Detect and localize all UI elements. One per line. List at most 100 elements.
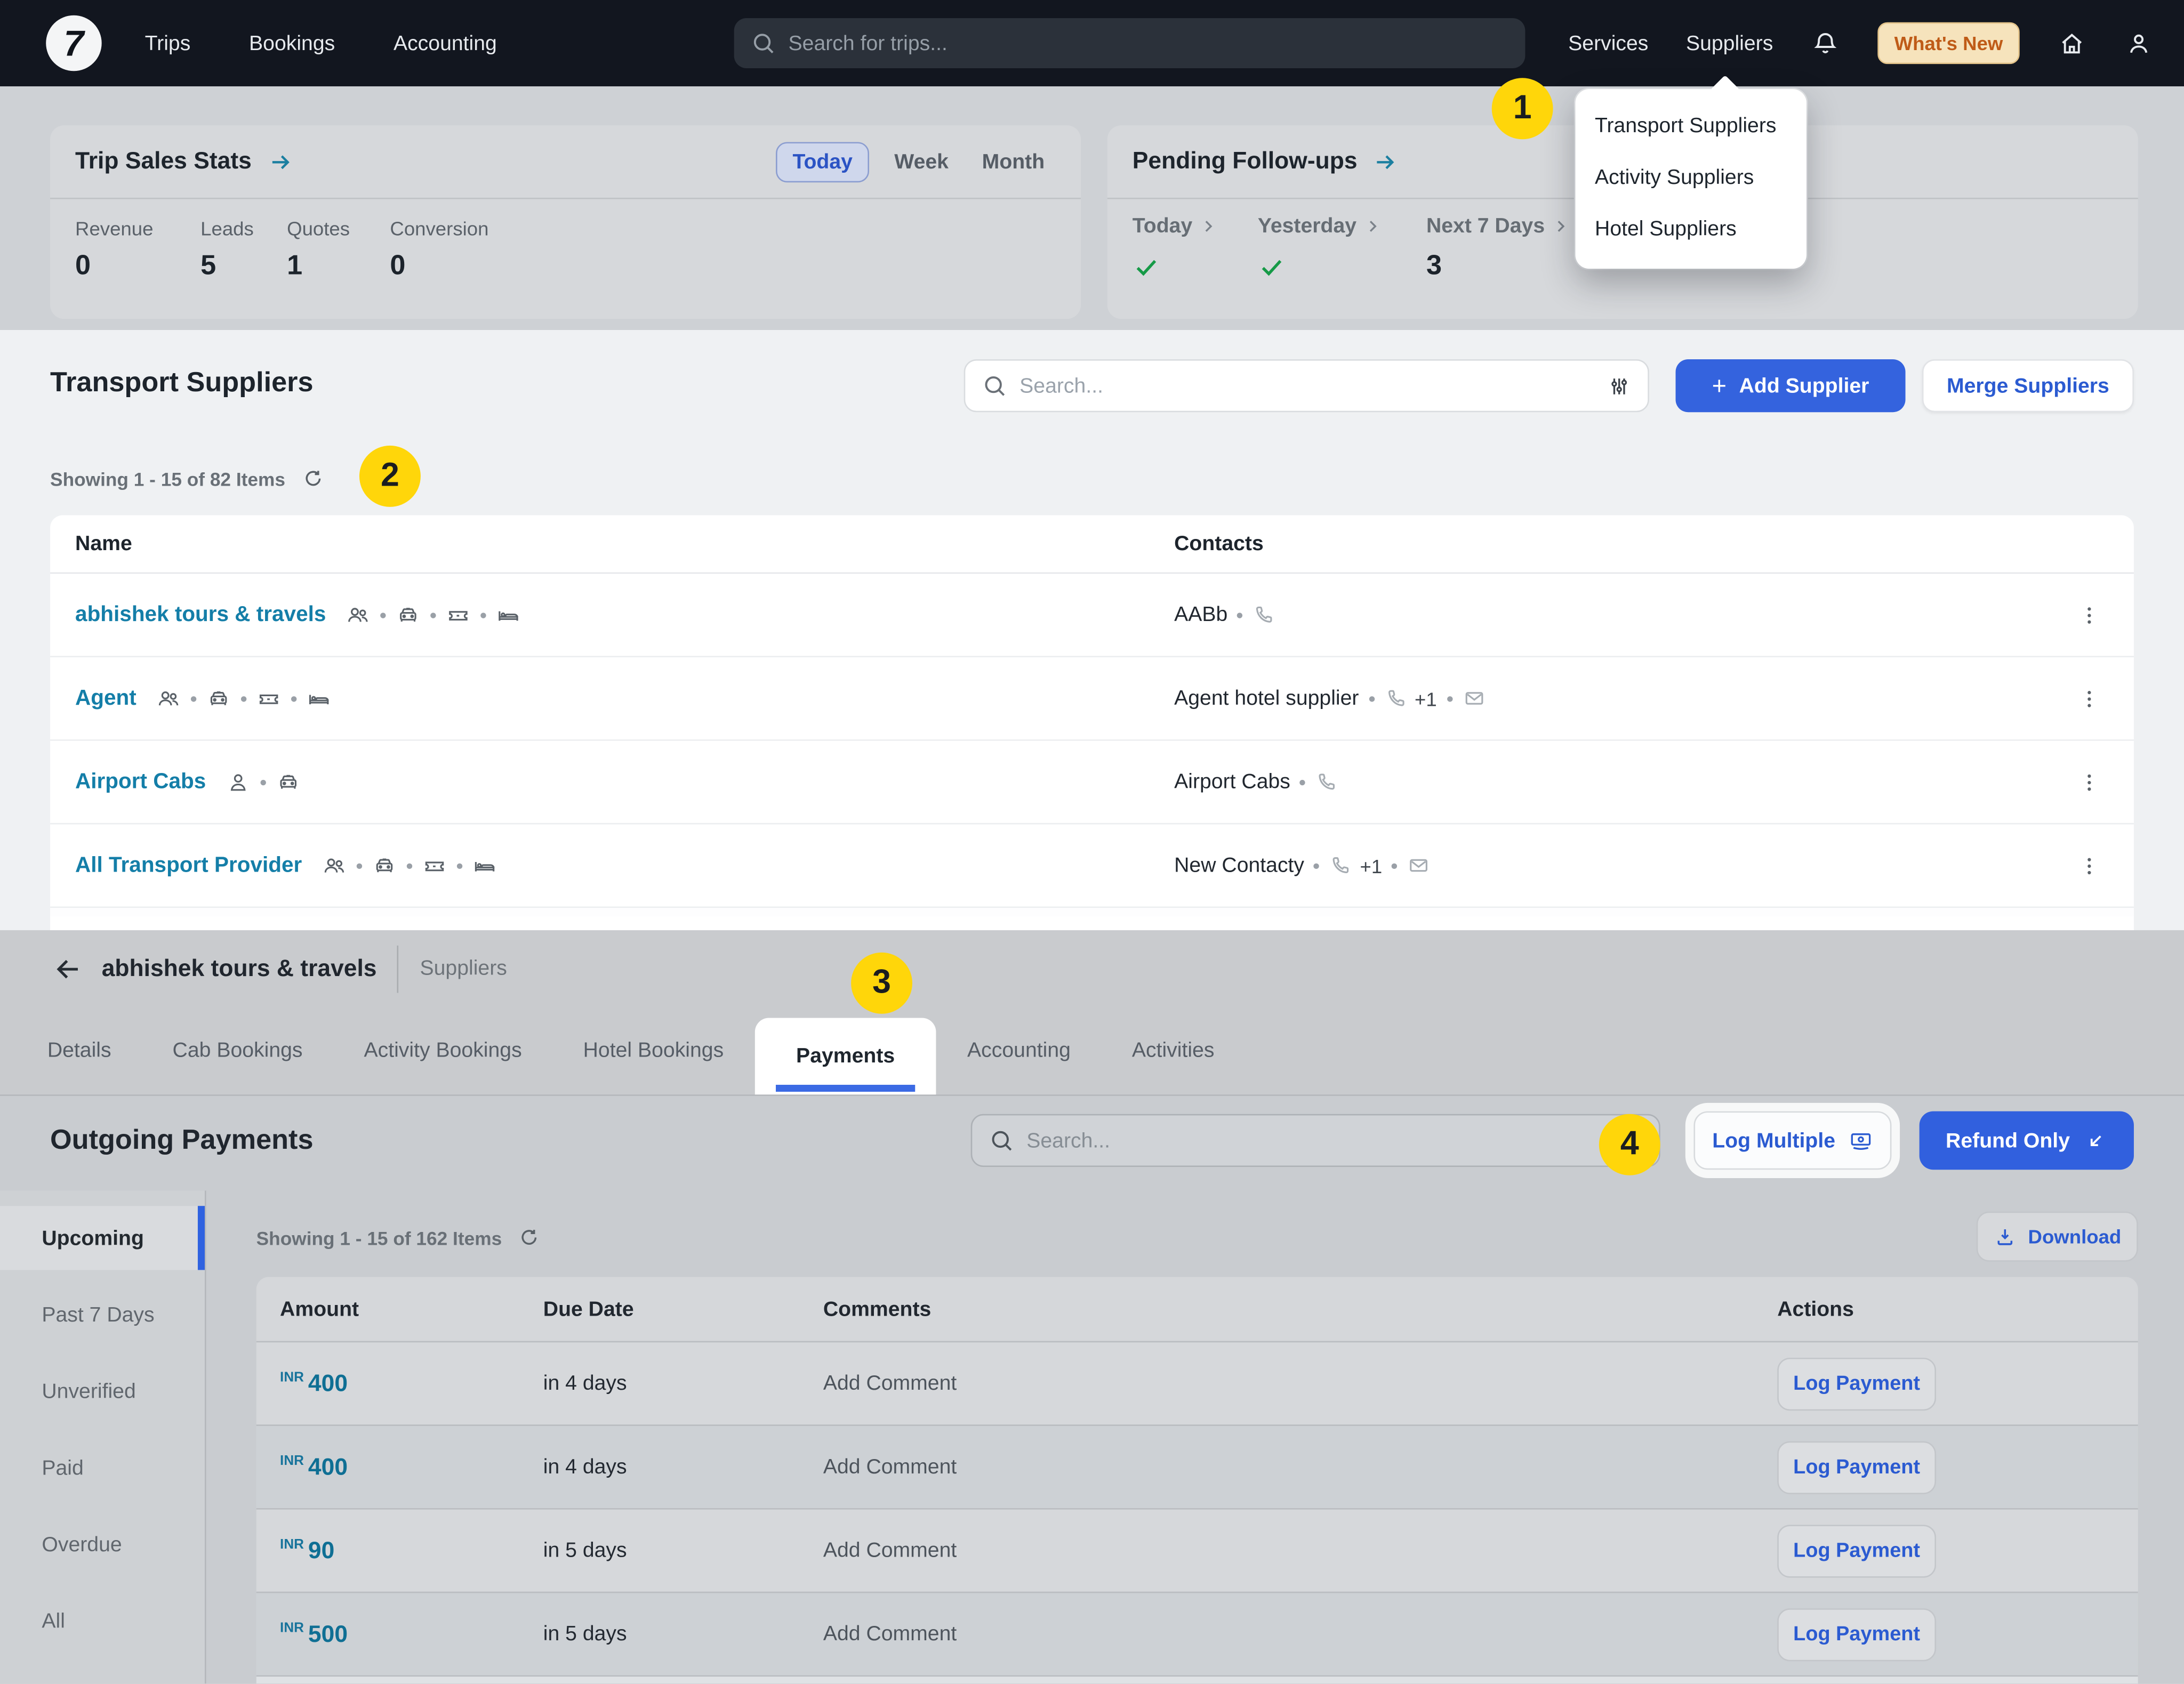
- nav-link-suppliers[interactable]: Suppliers: [1686, 31, 1773, 55]
- supplier-link[interactable]: Airport Cabs: [75, 769, 206, 794]
- showing-text: Showing 1 - 15 of 162 Items: [256, 1228, 502, 1248]
- sidebar-item-past7days[interactable]: Past 7 Days: [0, 1283, 205, 1347]
- contact-name: Airport Cabs: [1174, 770, 1290, 794]
- download-icon: [1993, 1224, 2017, 1248]
- breadcrumb-suppliers[interactable]: Suppliers: [420, 957, 507, 980]
- phone-icon[interactable]: [1384, 687, 1408, 710]
- trip-search[interactable]: [734, 18, 1525, 68]
- refresh-icon[interactable]: [302, 468, 324, 490]
- row-menu-icon[interactable]: [2078, 769, 2100, 794]
- toggle-week[interactable]: Week: [886, 150, 957, 173]
- email-icon[interactable]: [1407, 853, 1431, 877]
- amount-link[interactable]: 500: [308, 1620, 348, 1647]
- dropdown-item-hotel-suppliers[interactable]: Hotel Suppliers: [1575, 203, 1806, 255]
- phone-icon[interactable]: [1329, 853, 1353, 877]
- ticket-icon: [446, 602, 471, 627]
- toggle-today[interactable]: Today: [776, 141, 869, 182]
- supplier-link[interactable]: Agent: [75, 686, 136, 711]
- email-icon[interactable]: [1462, 687, 1486, 710]
- dropdown-item-transport-suppliers[interactable]: Transport Suppliers: [1575, 100, 1806, 152]
- filter-icon[interactable]: [1608, 374, 1631, 397]
- nav-link-accounting[interactable]: Accounting: [394, 31, 497, 55]
- col-actions: Actions: [1777, 1297, 2138, 1320]
- user-icon[interactable]: [2124, 29, 2154, 58]
- contact-name: Agent hotel supplier: [1174, 687, 1359, 710]
- supplier-search[interactable]: [964, 359, 1649, 412]
- sidebar-item-unverified[interactable]: Unverified: [0, 1359, 205, 1423]
- bell-icon[interactable]: [1811, 29, 1840, 58]
- back-arrow-icon[interactable]: [53, 953, 83, 984]
- log-payment-button[interactable]: Log Payment: [1777, 1440, 1936, 1493]
- suppliers-table-header: Name Contacts: [50, 515, 2134, 574]
- supplier-type-badges: [322, 853, 497, 878]
- whats-new-badge[interactable]: What's New: [1877, 22, 2019, 64]
- table-row: INR400 in 4 days Add Comment Log Payment: [256, 1424, 2138, 1508]
- log-payment-button[interactable]: Log Payment: [1777, 1608, 1936, 1661]
- followup-next7days-link[interactable]: Next 7 Days: [1426, 214, 1570, 238]
- row-menu-icon[interactable]: [2078, 686, 2100, 711]
- check-icon: [1258, 253, 1286, 281]
- log-payment-button[interactable]: Log Payment: [1777, 1524, 1936, 1577]
- currency-label: INR: [280, 1369, 304, 1385]
- sidebar-item-overdue[interactable]: Overdue: [0, 1512, 205, 1576]
- followup-today-link[interactable]: Today: [1133, 214, 1258, 238]
- table-row: INR90 in 5 days Add Comment Log Payment: [256, 1508, 2138, 1592]
- toggle-month[interactable]: Month: [974, 150, 1053, 173]
- nav-link-bookings[interactable]: Bookings: [249, 31, 335, 55]
- phone-icon[interactable]: [1252, 603, 1276, 626]
- app-root: 7 Trips Bookings Accounting Services Sup…: [0, 0, 2184, 1684]
- ticket-icon: [422, 853, 447, 878]
- nav-link-trips[interactable]: Trips: [145, 31, 191, 55]
- payments-table-header: Amount Due Date Comments Actions: [256, 1277, 2138, 1341]
- followup-yesterday-link[interactable]: Yesterday: [1258, 214, 1426, 238]
- download-button[interactable]: Download: [1977, 1212, 2138, 1262]
- log-payment-button[interactable]: Log Payment: [1777, 1357, 1936, 1410]
- brand-logo[interactable]: 7: [46, 15, 101, 71]
- sidebar-item-paid[interactable]: Paid: [0, 1436, 205, 1500]
- payments-search[interactable]: [971, 1114, 1660, 1167]
- nav-link-services[interactable]: Services: [1568, 31, 1648, 55]
- trip-search-input[interactable]: [789, 31, 1509, 55]
- refund-only-button[interactable]: Refund Only: [1920, 1111, 2134, 1170]
- tab-hotel-bookings[interactable]: Hotel Bookings: [552, 1007, 754, 1095]
- tab-accounting[interactable]: Accounting: [937, 1007, 1102, 1095]
- tab-activity-bookings[interactable]: Activity Bookings: [333, 1007, 552, 1095]
- add-comment-link[interactable]: Add Comment: [823, 1455, 1777, 1479]
- trip-sales-stats-card: Trip Sales Stats Today Week Month Revenu…: [50, 125, 1081, 319]
- home-icon[interactable]: [2057, 29, 2086, 58]
- tab-cab-bookings[interactable]: Cab Bookings: [142, 1007, 333, 1095]
- arrow-down-left-icon: [2084, 1129, 2107, 1152]
- supplier-link[interactable]: abhishek tours & travels: [75, 602, 326, 627]
- supplier-type-badges: [226, 769, 301, 794]
- tab-payments[interactable]: Payments: [754, 1018, 937, 1095]
- arrow-right-icon[interactable]: [267, 148, 294, 175]
- log-multiple-button[interactable]: Log Multiple: [1693, 1111, 1891, 1170]
- sidebar-item-all[interactable]: All: [0, 1589, 205, 1653]
- supplier-search-input[interactable]: [1019, 374, 1595, 397]
- log-multiple-label: Log Multiple: [1712, 1129, 1835, 1152]
- bed-icon: [306, 686, 331, 711]
- add-supplier-button[interactable]: + Add Supplier: [1676, 359, 1906, 412]
- refresh-icon[interactable]: [519, 1227, 541, 1249]
- chevron-right-icon: [1199, 217, 1217, 236]
- due-date: in 5 days: [543, 1539, 823, 1562]
- add-comment-link[interactable]: Add Comment: [823, 1372, 1777, 1395]
- supplier-link[interactable]: All Transport Provider: [75, 853, 302, 878]
- banknote-icon: [1848, 1128, 1873, 1153]
- tab-activities[interactable]: Activities: [1101, 1007, 1245, 1095]
- tab-details[interactable]: Details: [17, 1007, 142, 1095]
- arrow-right-icon[interactable]: [1372, 148, 1399, 175]
- merge-suppliers-button[interactable]: Merge Suppliers: [1922, 359, 2134, 412]
- row-menu-icon[interactable]: [2078, 853, 2100, 878]
- payments-search-input[interactable]: [1026, 1129, 1642, 1152]
- add-comment-link[interactable]: Add Comment: [823, 1622, 1777, 1646]
- col-comments: Comments: [823, 1297, 1777, 1320]
- row-menu-icon[interactable]: [2078, 602, 2100, 627]
- dropdown-item-activity-suppliers[interactable]: Activity Suppliers: [1575, 152, 1806, 204]
- add-comment-link[interactable]: Add Comment: [823, 1539, 1777, 1562]
- amount-link[interactable]: 90: [308, 1537, 334, 1564]
- phone-icon[interactable]: [1315, 770, 1339, 794]
- sidebar-item-upcoming[interactable]: Upcoming: [0, 1206, 205, 1270]
- amount-link[interactable]: 400: [308, 1453, 348, 1480]
- amount-link[interactable]: 400: [308, 1369, 348, 1396]
